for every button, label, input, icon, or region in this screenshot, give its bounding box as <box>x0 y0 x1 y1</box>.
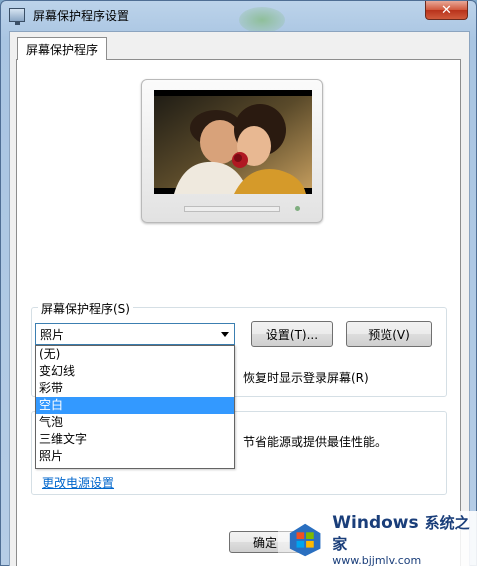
screensaver-group-label: 屏幕保护程序(S) <box>38 300 133 317</box>
monitor-preview <box>141 79 323 223</box>
windows-logo-icon <box>289 523 321 557</box>
watermark-brand: Windows <box>332 512 419 533</box>
selected-screensaver: 照片 <box>40 327 65 342</box>
option-ribbons[interactable]: 彩带 <box>36 380 234 397</box>
watermark: Windows 系统之家 www.bjjmlv.com <box>278 511 477 566</box>
option-blank[interactable]: 空白 <box>36 397 234 414</box>
watermark-text: Windows 系统之家 www.bjjmlv.com <box>332 512 477 566</box>
option-3d-text[interactable]: 三维文字 <box>36 431 234 448</box>
option-bubbles[interactable]: 气泡 <box>36 414 234 431</box>
watermark-url: www.bjjmlv.com <box>332 553 422 566</box>
background-blur <box>239 7 285 33</box>
chevron-down-icon <box>221 332 229 337</box>
close-button[interactable]: ✕ <box>425 1 468 20</box>
settings-button[interactable]: 设置(T)... <box>251 321 333 347</box>
window-title: 屏幕保护程序设置 <box>33 8 130 23</box>
monitor-base-bar <box>184 206 280 212</box>
screensaver-settings-window: 屏幕保护程序设置 ✕ 屏幕保护程序 屏幕保护程序(S) 照片 设置(T)... … <box>0 0 477 566</box>
preview-button[interactable]: 预览(V) <box>346 321 432 347</box>
screensaver-select[interactable]: 照片 <box>35 323 235 345</box>
power-led <box>295 206 300 211</box>
option-photos[interactable]: 照片 <box>36 448 234 465</box>
tab-screensaver[interactable]: 屏幕保护程序 <box>17 37 108 60</box>
change-power-settings-link[interactable]: 更改电源设置 <box>42 474 114 491</box>
monitor-icon <box>9 8 25 25</box>
title-bar: 屏幕保护程序设置 ✕ <box>1 1 476 33</box>
option-none[interactable]: (无) <box>36 346 234 363</box>
option-mystify[interactable]: 变幻线 <box>36 363 234 380</box>
preview-photo <box>154 90 312 194</box>
resume-login-text: 恢复时显示登录屏幕(R) <box>243 371 369 385</box>
screensaver-dropdown-list[interactable]: (无) 变幻线 彩带 空白 气泡 三维文字 照片 <box>35 345 235 469</box>
power-description: 节省能源或提供最佳性能。 <box>243 435 388 449</box>
